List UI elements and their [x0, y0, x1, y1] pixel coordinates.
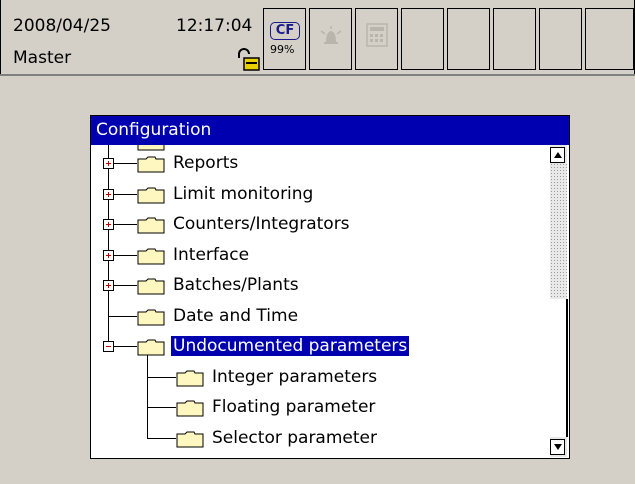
tree-item-label: Limit monitoring	[173, 183, 314, 204]
folder-icon	[137, 339, 165, 356]
status-time: 12:17:04	[176, 16, 253, 36]
tree-line	[147, 437, 176, 439]
tree-item-label: Interface	[173, 244, 250, 265]
tree-item[interactable]: Integer parameters	[212, 365, 377, 389]
scroll-down-button[interactable]	[550, 439, 565, 455]
tree-item[interactable]: Undocumented parameters	[171, 334, 410, 358]
tree-item[interactable]: Limit monitoring	[173, 182, 313, 206]
cf-card-icon: CF	[270, 22, 300, 40]
tree-line	[147, 407, 176, 408]
tree-item-label: Floating parameter	[212, 397, 376, 417]
alarm-slot[interactable]	[309, 8, 352, 70]
folder-icon	[137, 248, 165, 264]
tree-item-label: Counters/Integrators	[173, 214, 350, 234]
status-device: Master	[13, 48, 72, 68]
tree-item[interactable]: Batches/Plants	[173, 273, 299, 297]
configuration-dialog: Configuration Reports Limit monitoring Cou…	[90, 115, 570, 459]
scroll-up-button[interactable]	[550, 147, 565, 163]
folder-icon	[137, 217, 165, 234]
tree-item[interactable]: Reports	[173, 151, 238, 175]
tree-item-label: Integer parameters	[212, 366, 378, 387]
scroll-track[interactable]	[550, 163, 567, 299]
configuration-tree[interactable]: Reports Limit monitoring Counters/Integrat…	[91, 145, 551, 457]
vertical-scrollbar[interactable]	[550, 145, 568, 457]
alarm-bell-icon	[320, 26, 342, 44]
tree-item[interactable]: Counters/Integrators	[173, 212, 350, 236]
expand-plus-icon[interactable]	[103, 188, 114, 200]
empty-slot[interactable]	[401, 8, 444, 70]
status-info: 2008/04/25 12:17:04 Master	[9, 8, 262, 71]
folder-icon	[176, 370, 204, 386]
empty-slot[interactable]	[447, 8, 490, 70]
tree-item-label: Date and Time	[173, 305, 299, 326]
folder-icon	[137, 309, 165, 325]
scroll-thumb[interactable]	[550, 299, 568, 437]
empty-slot[interactable]	[493, 8, 536, 70]
tree-item[interactable]: Selector parameter	[212, 426, 377, 450]
status-bar: 2008/04/25 12:17:04 Master CF 99%	[0, 0, 635, 75]
tree-line	[147, 354, 148, 438]
tree-item-label: Reports	[173, 153, 239, 173]
folder-icon	[137, 187, 165, 203]
tree-item[interactable]: Date and Time	[173, 304, 298, 328]
tree-item-label: Selector parameter	[212, 427, 377, 448]
tree-item[interactable]: Interface	[173, 243, 249, 267]
unlocked-lock-icon	[238, 48, 260, 71]
folder-icon	[137, 278, 165, 295]
tree-item-label: Undocumented parameters	[171, 336, 410, 356]
folder-icon	[137, 156, 165, 173]
arrow-down-icon	[554, 444, 562, 450]
calculator-icon	[366, 23, 388, 47]
tree-line	[108, 315, 137, 317]
status-date: 2008/04/25	[13, 16, 111, 36]
cf-card-percent: 99%	[270, 43, 295, 56]
collapse-minus-icon[interactable]	[103, 341, 114, 352]
expand-plus-icon[interactable]	[103, 280, 114, 291]
expand-plus-icon[interactable]	[103, 158, 114, 169]
expand-plus-icon[interactable]	[103, 219, 114, 230]
dialog-title: Configuration	[91, 116, 569, 145]
tree-line	[147, 376, 176, 378]
status-bar-divider	[0, 74, 635, 76]
folder-icon	[137, 145, 165, 151]
folder-icon	[176, 400, 204, 417]
calculator-slot[interactable]	[355, 8, 398, 70]
tree-item[interactable]: Floating parameter	[212, 395, 375, 419]
expand-plus-icon[interactable]	[103, 249, 114, 261]
empty-slot[interactable]	[585, 8, 634, 70]
folder-icon	[176, 431, 204, 447]
tree-item-label: Batches/Plants	[173, 275, 299, 295]
cf-card-status[interactable]: CF 99%	[263, 8, 306, 70]
empty-slot[interactable]	[539, 8, 582, 70]
arrow-up-icon	[554, 152, 562, 158]
